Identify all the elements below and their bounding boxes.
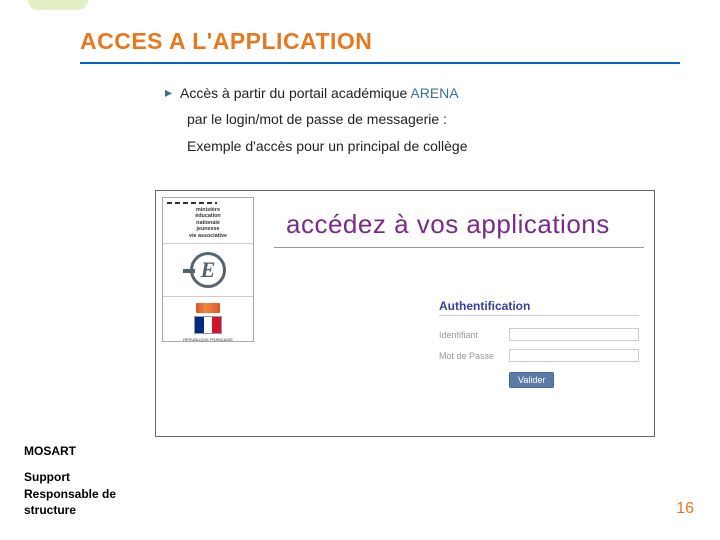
- bullet-text: par le login/mot de passe de messagerie …: [187, 108, 615, 130]
- footer-left: MOSART Support Responsable de structure: [24, 443, 116, 518]
- footer-mosart: MOSART: [24, 443, 116, 459]
- screenshot-panel: ministère éducation nationale jeunesse v…: [155, 190, 655, 437]
- bullet-list: ▸ Accès à partir du portail académique A…: [165, 82, 615, 161]
- education-e-logo-icon: E: [190, 252, 226, 288]
- bullet-text: Accès à partir du portail académique ARE…: [180, 82, 459, 104]
- slide-title: ACCES A L'APPLICATION: [80, 28, 372, 55]
- bullet-item: ▸ Accès à partir du portail académique A…: [165, 82, 615, 104]
- bullet-text: Exemple d'accès pour un principal de col…: [187, 135, 615, 157]
- republic-block: RÉPUBLIQUE FRANÇAISE: [163, 297, 253, 348]
- auth-separator: [439, 315, 639, 316]
- republic-text: RÉPUBLIQUE FRANÇAISE: [183, 337, 233, 342]
- motdepasse-field: Mot de Passe: [439, 349, 639, 362]
- ministry-text-block: ministère éducation nationale jeunesse v…: [163, 198, 253, 244]
- page-number: 16: [676, 500, 694, 518]
- auth-form: Authentification Identifiant Mot de Pass…: [439, 299, 639, 388]
- ministry-sidebar: ministère éducation nationale jeunesse v…: [162, 197, 254, 342]
- auth-heading: Authentification: [439, 299, 639, 313]
- motdepasse-label: Mot de Passe: [439, 351, 503, 361]
- title-underline: [80, 62, 680, 64]
- banner-title: accédez à vos applications: [286, 209, 610, 240]
- identifiant-label: Identifiant: [439, 330, 503, 340]
- bullet-marker-icon: ▸: [165, 84, 172, 101]
- banner-separator: [274, 247, 644, 248]
- education-logo-row: E: [163, 244, 253, 297]
- marianne-icon: [196, 303, 220, 313]
- bullet-text-arena: ARENA: [410, 85, 458, 101]
- footer-support: Support Responsable de structure: [24, 469, 116, 518]
- identifiant-field: Identifiant: [439, 328, 639, 341]
- motdepasse-input[interactable]: [509, 349, 639, 362]
- ministry-text: ministère éducation nationale jeunesse v…: [167, 207, 249, 239]
- french-flag-icon: [194, 316, 222, 334]
- bullet-text-prefix: Accès à partir du portail académique: [180, 85, 410, 101]
- identifiant-input[interactable]: [509, 328, 639, 341]
- valider-button[interactable]: Valider: [509, 372, 554, 388]
- accent-decoration: [28, 0, 88, 10]
